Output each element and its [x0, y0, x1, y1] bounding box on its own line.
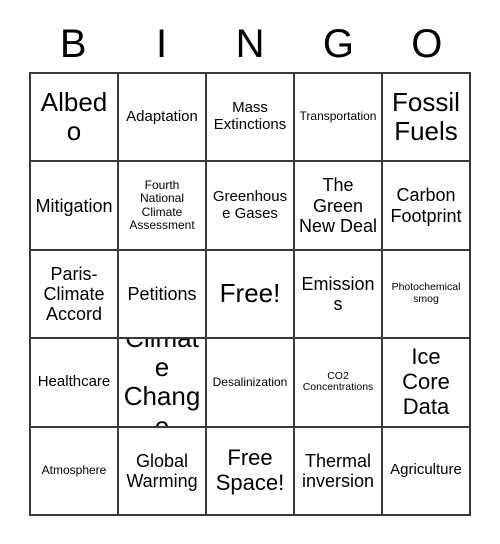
bingo-cell-label: Ice Core Data: [402, 344, 450, 419]
bingo-cell[interactable]: The Green New Deal: [295, 162, 383, 251]
bingo-cell-label: Global Warming: [126, 450, 198, 491]
bingo-header-letter-i: I: [117, 16, 205, 72]
bingo-header: B I N G O: [29, 16, 471, 72]
bingo-cell[interactable]: Petitions: [119, 250, 207, 340]
bingo-cell[interactable]: Emissions: [295, 250, 383, 340]
bingo-cell-label: Healthcare: [37, 372, 111, 390]
bingo-cell[interactable]: Fourth National Climate Assessment: [119, 162, 207, 251]
bingo-cell[interactable]: Ice Core Data: [383, 339, 471, 428]
bingo-cell-label: Free!: [219, 278, 281, 309]
header-letter-text: B: [59, 22, 87, 66]
bingo-cell-label: Petitions: [127, 283, 197, 304]
bingo-cell[interactable]: Photochemical smog: [383, 250, 471, 340]
bingo-cell-label: Mass Extinctions: [213, 99, 287, 134]
bingo-cell[interactable]: Paris-Climate Accord: [31, 250, 119, 340]
bingo-cell-label: Emissions: [301, 273, 375, 314]
header-letter-text: O: [411, 22, 443, 66]
bingo-cell-label: CO2 Concentrations: [302, 369, 374, 394]
bingo-cell-label: Transportation: [299, 109, 377, 124]
bingo-cell-label: Atmosphere: [41, 463, 107, 478]
bingo-cell[interactable]: Adaptation: [119, 74, 207, 163]
bingo-cell[interactable]: Global Warming: [119, 427, 207, 516]
bingo-cell-label: Carbon Footprint: [390, 185, 462, 226]
bingo-cell-label: Free Space!: [215, 445, 285, 495]
bingo-cell[interactable]: Desalinization: [207, 339, 295, 428]
bingo-cell[interactable]: Mass Extinctions: [207, 74, 295, 163]
bingo-cell-label: Fourth National Climate Assessment: [129, 177, 195, 233]
bingo-cell[interactable]: CO2 Concentrations: [295, 339, 383, 428]
bingo-cell[interactable]: Atmosphere: [31, 427, 119, 516]
bingo-card: B I N G O Albedo Adaptation Mass Extinctio…: [0, 0, 500, 544]
bingo-header-letter-g: G: [294, 16, 382, 72]
bingo-cell[interactable]: Agriculture: [383, 427, 471, 516]
bingo-free-cell[interactable]: Free!: [207, 250, 295, 340]
bingo-cell-label: Climate Change: [123, 339, 201, 428]
bingo-header-letter-o: O: [383, 16, 471, 72]
bingo-cell[interactable]: Climate Change: [119, 339, 207, 428]
header-letter-text: N: [235, 22, 265, 66]
header-letter-text: I: [156, 22, 168, 66]
bingo-cell[interactable]: Greenhouse Gases: [207, 162, 295, 251]
bingo-cell[interactable]: Transportation: [295, 74, 383, 163]
bingo-cell[interactable]: Mitigation: [31, 162, 119, 251]
bingo-cell-label: Greenhouse Gases: [212, 187, 288, 222]
bingo-cell-label: Adaptation: [126, 107, 198, 125]
header-letter-text: G: [322, 22, 354, 66]
bingo-cell-label: Mitigation: [35, 195, 113, 216]
bingo-cell-label: Albedo: [40, 87, 108, 147]
bingo-cell[interactable]: Thermal inversion: [295, 427, 383, 516]
bingo-cell-label: Desalinization: [212, 374, 288, 389]
bingo-cell[interactable]: Fossil Fuels: [383, 74, 471, 163]
bingo-cell-label: Photochemical smog: [391, 281, 461, 305]
bingo-cell[interactable]: Carbon Footprint: [383, 162, 471, 251]
bingo-free-cell[interactable]: Free Space!: [207, 427, 295, 516]
bingo-cell[interactable]: Albedo: [31, 74, 119, 163]
bingo-cell-label: Fossil Fuels: [392, 87, 460, 147]
bingo-cell[interactable]: Healthcare: [31, 339, 119, 428]
bingo-cell-label: Paris-Climate Accord: [43, 263, 105, 325]
bingo-header-letter-b: B: [29, 16, 117, 72]
bingo-grid: Albedo Adaptation Mass Extinctions Transpor…: [29, 72, 471, 516]
bingo-header-letter-n: N: [206, 16, 294, 72]
bingo-cell-label: Agriculture: [390, 461, 462, 479]
bingo-cell-label: Thermal inversion: [301, 450, 375, 491]
bingo-cell-label: The Green New Deal: [298, 175, 378, 236]
